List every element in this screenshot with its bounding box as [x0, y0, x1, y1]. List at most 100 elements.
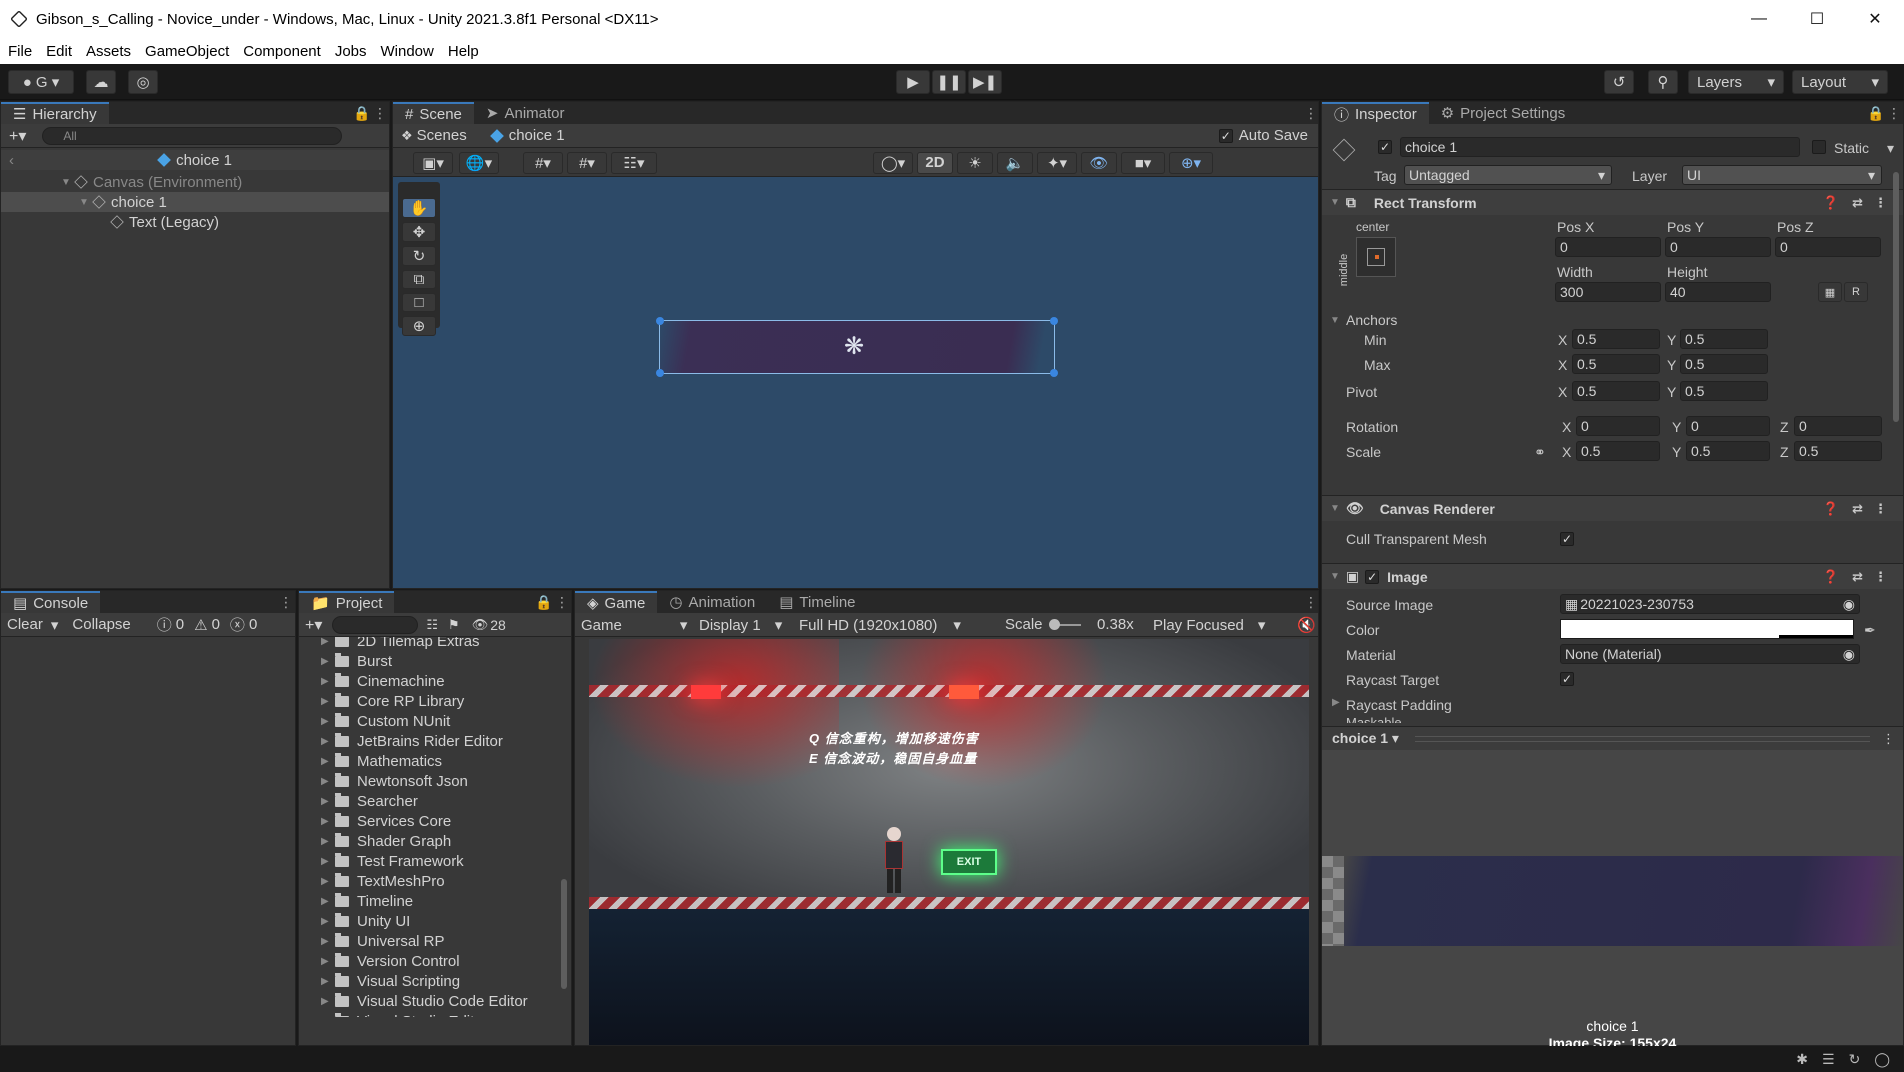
expand-icon[interactable]: ▶ [321, 696, 335, 707]
anchor-presets-button[interactable] [1356, 237, 1396, 277]
project-folder-item[interactable]: ▶ Services Core [299, 811, 555, 831]
rotation-y-field[interactable]: 0 [1686, 416, 1770, 436]
menu-assets[interactable]: Assets [86, 43, 131, 60]
account-button[interactable]: ● G ▾ [8, 70, 74, 94]
tab-animator[interactable]: ➤ Animator [474, 102, 577, 124]
expand-icon[interactable]: ▶ [321, 996, 335, 1007]
more-icon[interactable]: ⋮ [373, 105, 387, 122]
fold-icon[interactable]: ▶ [1332, 697, 1340, 708]
inspector-scrollbar[interactable] [1891, 162, 1901, 722]
grid-snap-icon[interactable]: #▾ [523, 151, 563, 174]
play-mode-select[interactable]: Play Focused ▾ [1153, 616, 1265, 634]
back-icon[interactable]: ‹ [9, 152, 14, 169]
eyedropper-icon[interactable]: ✒ [1864, 622, 1876, 639]
expand-icon[interactable]: ▶ [321, 816, 335, 827]
clear-button[interactable]: Clear [7, 616, 43, 633]
project-folder-item[interactable]: ▶ Version Control [299, 951, 555, 971]
tab-scene[interactable]: # Scene [393, 102, 474, 124]
label-filter-icon[interactable]: ⚑ [448, 617, 460, 633]
tab-inspector[interactable]: ⓘ Inspector [1322, 102, 1429, 124]
object-picker-icon[interactable]: ◉ [1843, 646, 1855, 663]
tab-project[interactable]: 📁 Project [299, 591, 395, 613]
audio-icon[interactable]: 🔈 [997, 151, 1033, 174]
close-icon[interactable]: ✕ [1846, 0, 1904, 38]
rect-handle[interactable] [1050, 369, 1058, 377]
mute-audio-icon[interactable]: 🔇 [1297, 616, 1316, 634]
project-folder-item[interactable]: ▶ 2D Tilemap Extras [299, 637, 555, 651]
pivot-x-field[interactable]: 0.5 [1572, 381, 1660, 401]
project-folder-item[interactable]: ▶ Newtonsoft Json [299, 771, 555, 791]
minimize-icon[interactable]: — [1730, 0, 1788, 38]
project-folder-item[interactable]: ▶ Shader Graph [299, 831, 555, 851]
menu-jobs[interactable]: Jobs [335, 43, 367, 60]
scale-x-field[interactable]: 0.5 [1576, 441, 1660, 461]
rotation-x-field[interactable]: 0 [1576, 416, 1660, 436]
raw-edit-button[interactable]: R [1844, 282, 1868, 302]
breadcrumb-scenes[interactable]: Scenes [417, 127, 467, 144]
rotate-tool-icon[interactable]: ↻ [402, 246, 436, 266]
auto-save-toggle[interactable]: ✓ Auto Save [1218, 127, 1308, 144]
hierarchy-item-canvas[interactable]: ▼ Canvas (Environment) [1, 172, 389, 192]
add-icon[interactable]: +▾ [9, 126, 26, 146]
expand-icon[interactable]: ▶ [321, 916, 335, 927]
project-folder-item[interactable]: ▶ Mathematics [299, 751, 555, 771]
hierarchy-search[interactable]: All [42, 126, 343, 145]
static-checkbox[interactable] [1812, 140, 1826, 154]
expand-icon[interactable]: ▶ [321, 956, 335, 967]
raycast-target-checkbox[interactable]: ✓ [1560, 672, 1574, 686]
project-folder-item[interactable]: ▶ Visual Studio Editor [299, 1011, 555, 1017]
tab-console[interactable]: ▤ Console [1, 591, 101, 613]
history-icon[interactable]: ↺ [1604, 70, 1634, 94]
search-icon[interactable]: ⚲ [1648, 70, 1678, 94]
preview-resize-handle[interactable] [1414, 735, 1870, 742]
fold-icon[interactable]: ▼ [1330, 315, 1340, 326]
rect-handle[interactable] [1050, 317, 1058, 325]
expand-icon[interactable]: ▶ [321, 896, 335, 907]
preset-icon[interactable]: ⇄ [1852, 195, 1863, 211]
collab-icon[interactable]: ◎ [128, 70, 158, 94]
expand-icon[interactable]: ▶ [321, 936, 335, 947]
menu-gameobject[interactable]: GameObject [145, 43, 229, 60]
rect-transform-header[interactable]: ▼ ⧉ Rect Transform ❓ ⇄ ⋮ [1322, 189, 1903, 215]
pause-button[interactable]: ❚❚ [932, 70, 966, 94]
display-select[interactable]: Display 1 ▾ [699, 616, 782, 634]
more-icon[interactable]: ⋮ [279, 594, 293, 611]
create-icon[interactable]: +▾ [305, 615, 322, 635]
cache-icon[interactable]: ☰ [1822, 1051, 1835, 1068]
help-icon[interactable]: ❓ [1823, 195, 1839, 211]
project-folder-item[interactable]: ▶ Cinemachine [299, 671, 555, 691]
source-image-field[interactable]: ▦ 20221023-230753 ◉ [1560, 594, 1860, 614]
rect-handle[interactable] [656, 369, 664, 377]
lock-icon[interactable]: 🔒 [353, 105, 370, 122]
menu-component[interactable]: Component [243, 43, 321, 60]
project-folder-item[interactable]: ▶ Custom NUnit [299, 711, 555, 731]
pivot-anchor-icon[interactable]: ❋ [844, 333, 864, 361]
tag-dropdown[interactable]: Untagged ▾ [1404, 165, 1612, 185]
preview-selector[interactable]: choice 1 ▾ [1332, 730, 1399, 747]
more-icon[interactable]: ⋮ [1874, 501, 1887, 517]
shading-icon[interactable]: ◯▾ [873, 151, 913, 174]
blueprint-icon[interactable]: ▦ [1818, 282, 1842, 302]
scale-slider[interactable] [1049, 619, 1081, 630]
step-button[interactable]: ▶❚ [968, 70, 1002, 94]
pos-y-field[interactable]: 0 [1665, 237, 1771, 257]
camera-icon[interactable]: ■▾ [1121, 151, 1165, 174]
play-button[interactable]: ▶ [896, 70, 930, 94]
rect-tool-icon[interactable]: □ [402, 293, 436, 312]
tab-hierarchy[interactable]: ☰ Hierarchy [1, 102, 109, 124]
menu-edit[interactable]: Edit [46, 43, 72, 60]
rotation-z-field[interactable]: 0 [1794, 416, 1882, 436]
cloud-icon[interactable]: ☁ [86, 70, 116, 94]
more-icon[interactable]: ⋮ [1874, 569, 1887, 585]
menu-file[interactable]: File [8, 43, 32, 60]
preset-icon[interactable]: ⇄ [1852, 501, 1863, 517]
game-viewport[interactable]: Q 信念重构，增加移速伤害 E 信念波动，稳固自身血量 EXIT [589, 639, 1309, 1045]
hierarchy-item-choice[interactable]: ▼ choice 1 [1, 192, 389, 212]
menu-window[interactable]: Window [381, 43, 434, 60]
mode-2d-button[interactable]: 2D [917, 151, 953, 174]
breadcrumb-prefab[interactable]: choice 1 [509, 127, 565, 144]
expand-icon[interactable]: ▶ [321, 637, 335, 647]
project-folder-item[interactable]: ▶ Unity UI [299, 911, 555, 931]
expand-icon[interactable]: ▶ [321, 836, 335, 847]
active-checkbox[interactable]: ✓ [1378, 140, 1392, 154]
